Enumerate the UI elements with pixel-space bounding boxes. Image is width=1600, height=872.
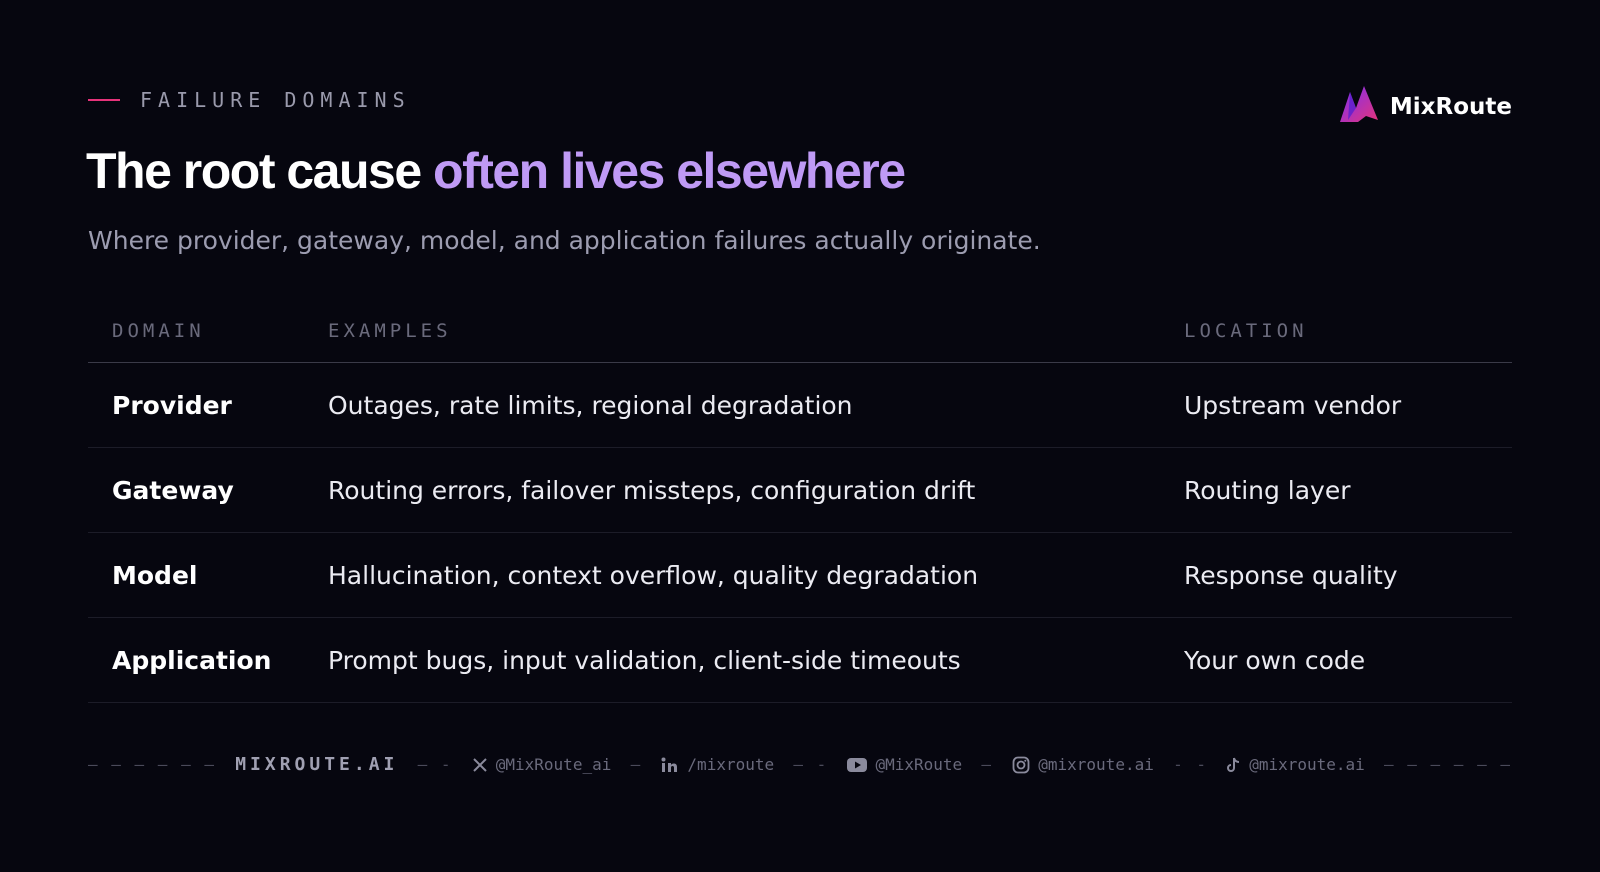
footer-divider: - - [1173, 755, 1208, 774]
social-tiktok[interactable]: @mixroute.ai [1227, 755, 1365, 774]
x-icon [472, 757, 488, 773]
footer-divider: – – – – – – [88, 755, 216, 774]
table-row: Application Prompt bugs, input validatio… [88, 618, 1512, 703]
table-row: Provider Outages, rate limits, regional … [88, 363, 1512, 448]
social-handle: @MixRoute [875, 755, 963, 774]
eyebrow-label: FAILURE DOMAINS [140, 88, 411, 112]
brand-name: MixRoute [1389, 94, 1512, 120]
column-header-domain: DOMAIN [112, 320, 205, 342]
tiktok-icon [1227, 757, 1241, 773]
youtube-icon [847, 757, 868, 772]
footer-site-link[interactable]: MIXROUTE.AI [235, 754, 398, 775]
title-plain: The root cause [86, 143, 434, 199]
column-header-examples: EXAMPLES [328, 320, 452, 342]
table-row: Model Hallucination, context overflow, q… [88, 533, 1512, 618]
footer-divider: – - [793, 755, 829, 774]
row-examples: Hallucination, context overflow, quality… [328, 560, 979, 590]
column-header-location: LOCATION [1184, 320, 1308, 342]
social-handle: @mixroute.ai [1249, 755, 1365, 774]
row-domain: Application [112, 645, 272, 675]
row-location: Routing layer [1184, 475, 1351, 505]
footer-divider: – [630, 755, 643, 774]
page-title: The root cause often lives elsewhere [86, 142, 906, 200]
row-examples: Routing errors, failover missteps, confi… [328, 475, 976, 505]
row-domain: Provider [112, 390, 232, 420]
row-location: Response quality [1184, 560, 1398, 590]
social-youtube[interactable]: @MixRoute [847, 755, 962, 774]
eyebrow-dash [88, 99, 120, 101]
instagram-icon [1012, 756, 1030, 774]
row-examples: Outages, rate limits, regional degradati… [328, 390, 853, 420]
failure-domains-table: DOMAIN EXAMPLES LOCATION Provider Outage… [88, 300, 1512, 703]
table-row: Gateway Routing errors, failover misstep… [88, 448, 1512, 533]
mixroute-logo-icon [1338, 86, 1380, 128]
footer-divider: – [981, 755, 994, 774]
row-location: Upstream vendor [1184, 390, 1402, 420]
social-instagram[interactable]: @mixroute.ai [1012, 755, 1154, 774]
title-accent: often lives elsewhere [433, 143, 906, 199]
row-domain: Gateway [112, 475, 234, 505]
social-handle: /mixroute [687, 755, 775, 774]
social-linkedin[interactable]: /mixroute [661, 755, 774, 774]
brand-logo: MixRoute [1338, 86, 1512, 128]
footer-divider: – - [417, 755, 453, 774]
row-domain: Model [112, 560, 198, 590]
footer-divider: – – – – – – [1384, 755, 1512, 774]
linkedin-icon [661, 757, 679, 773]
social-handle: @mixroute.ai [1038, 755, 1154, 774]
social-handle: @MixRoute_ai [495, 755, 612, 774]
row-location: Your own code [1184, 645, 1366, 675]
social-x[interactable]: @MixRoute_ai [472, 755, 612, 774]
eyebrow: FAILURE DOMAINS [88, 88, 411, 112]
row-examples: Prompt bugs, input validation, client-si… [328, 645, 961, 675]
footer: – – – – – – MIXROUTE.AI – - @MixRoute_ai… [88, 754, 1512, 775]
table-header: DOMAIN EXAMPLES LOCATION [88, 300, 1512, 363]
page-subtitle: Where provider, gateway, model, and appl… [88, 226, 1041, 255]
